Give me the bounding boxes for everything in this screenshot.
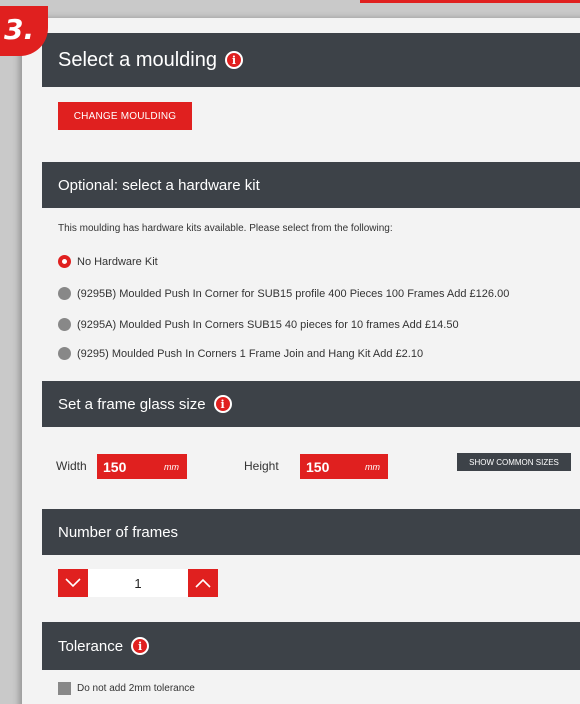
hardware-option-none[interactable]: No Hardware Kit: [58, 255, 158, 268]
frames-body: 1: [42, 555, 580, 622]
tolerance-title: Tolerance: [58, 637, 124, 655]
hardware-body: This moulding has hardware kits availabl…: [42, 208, 580, 381]
glass-title: Set a frame glass size: [58, 395, 206, 413]
top-accent-line: [360, 0, 580, 3]
glass-body: Width 150 mm Height 150 mm SHOW COMMON S…: [42, 427, 580, 509]
checkbox-icon[interactable]: [58, 682, 71, 695]
radio-icon[interactable]: [58, 318, 71, 331]
info-icon[interactable]: i: [213, 395, 232, 413]
tolerance-body: Do not add 2mm tolerance: [42, 670, 580, 704]
height-unit: mm: [365, 461, 380, 472]
radio-icon[interactable]: [58, 287, 71, 300]
glass-header: Set a frame glass size i: [42, 381, 580, 427]
width-unit: mm: [164, 461, 179, 472]
radio-icon[interactable]: [58, 347, 71, 360]
info-icon[interactable]: i: [131, 637, 150, 655]
tolerance-option[interactable]: Do not add 2mm tolerance: [58, 682, 195, 695]
moulding-header: Select a moulding i: [42, 33, 580, 87]
frames-quantity-field[interactable]: 1: [88, 569, 188, 597]
hardware-description: This moulding has hardware kits availabl…: [58, 223, 393, 234]
increment-button[interactable]: [188, 569, 218, 597]
height-label: Height: [244, 459, 279, 473]
width-input[interactable]: 150 mm: [97, 454, 187, 479]
width-label: Width: [56, 459, 87, 473]
hardware-title: Optional: select a hardware kit: [58, 176, 260, 194]
chevron-up-icon: [195, 578, 211, 588]
change-moulding-button[interactable]: CHANGE MOULDING: [58, 102, 192, 130]
frames-header: Number of frames: [42, 509, 580, 555]
frames-title: Number of frames: [58, 523, 179, 541]
hardware-option-9295a[interactable]: (9295A) Moulded Push In Corners SUB15 40…: [58, 318, 459, 331]
hardware-option-9295[interactable]: (9295) Moulded Push In Corners 1 Frame J…: [58, 347, 423, 360]
tolerance-header: Tolerance i: [42, 622, 580, 670]
hardware-option-9295b[interactable]: (9295B) Moulded Push In Corner for SUB15…: [58, 287, 509, 300]
hardware-header: Optional: select a hardware kit: [42, 162, 580, 208]
height-input[interactable]: 150 mm: [300, 454, 388, 479]
decrement-button[interactable]: [58, 569, 88, 597]
moulding-title: Select a moulding: [58, 48, 217, 71]
show-common-sizes-button[interactable]: SHOW COMMON SIZES: [457, 453, 571, 471]
moulding-body: CHANGE MOULDING: [42, 87, 580, 162]
chevron-down-icon: [65, 578, 81, 588]
radio-selected-icon[interactable]: [58, 255, 71, 268]
info-icon[interactable]: i: [224, 51, 243, 69]
